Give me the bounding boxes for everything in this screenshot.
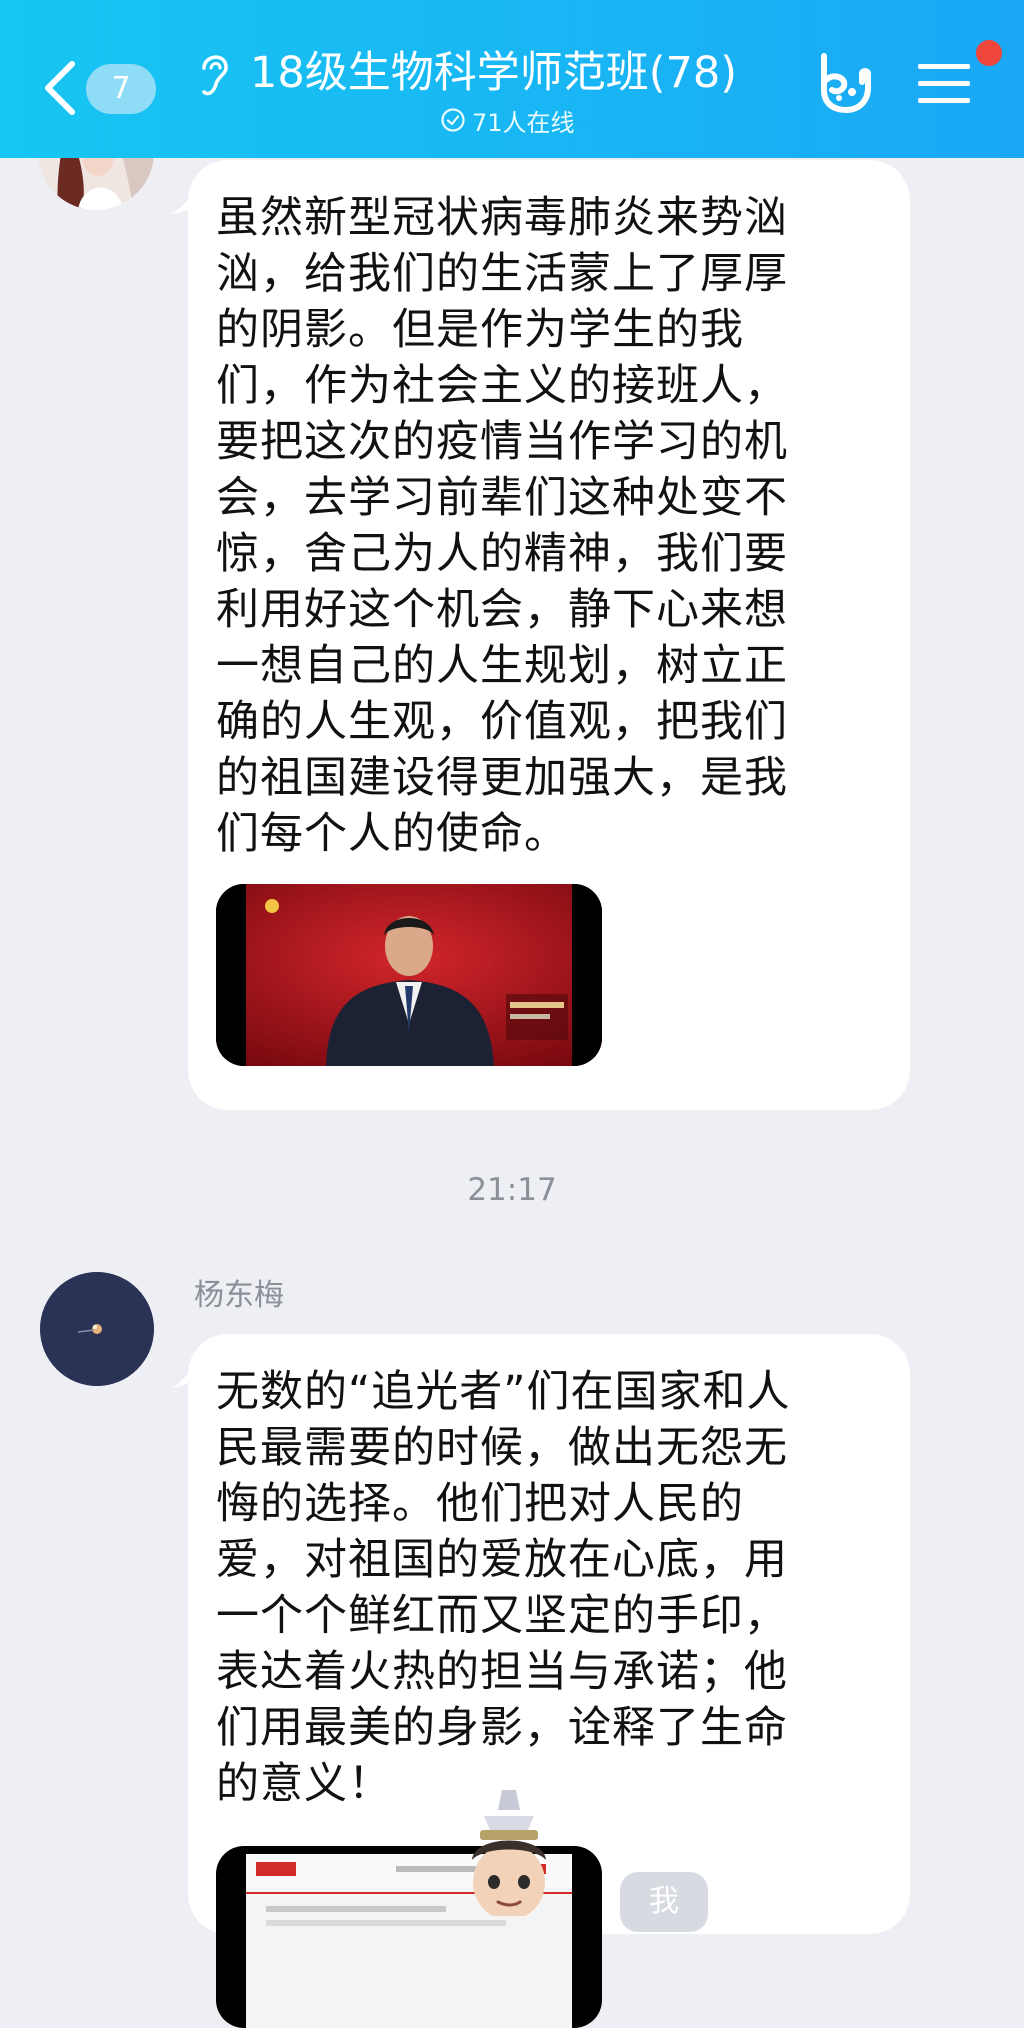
timestamp: 21:17 [467,1172,557,1208]
red-dot-icon [976,40,1002,66]
online-count-text: 71人在线 [472,108,575,137]
message-bubble[interactable]: 虽然新型冠状病毒肺炎来势汹 汹，给我们的生活蒙上了厚厚 的阴影。但是作为学生的我… [188,160,910,1110]
avatar[interactable] [40,1272,154,1386]
message-text: 虽然新型冠状病毒肺炎来势汹 汹，给我们的生活蒙上了厚厚 的阴影。但是作为学生的我… [216,193,788,859]
sticker-character[interactable] [454,1790,564,1916]
hand-gesture-icon[interactable] [812,50,874,114]
avatar-dark-sky [40,1272,154,1386]
message-text: 无数的“追光者”们在国家和人 民最需要的时候，做出无怨无 悔的选择。他们把对人民… [216,1367,791,1809]
chat-title[interactable]: 18级生物科学师范班(78) [250,38,737,100]
hamburger-menu-icon[interactable] [918,62,970,106]
unread-count-badge[interactable]: 7 [86,64,156,114]
chat-header: 7 18级生物科学师范班(78) 71人在线 [0,0,1024,158]
video-thumbnail[interactable] [216,884,602,1066]
ear-icon[interactable] [196,48,232,100]
sender-name: 杨东梅 [194,1278,284,1313]
chevron-left-icon[interactable] [40,58,80,118]
check-circle-icon [441,108,465,132]
me-badge[interactable]: 我 [620,1872,708,1932]
online-status[interactable]: 71人在线 [440,104,575,137]
